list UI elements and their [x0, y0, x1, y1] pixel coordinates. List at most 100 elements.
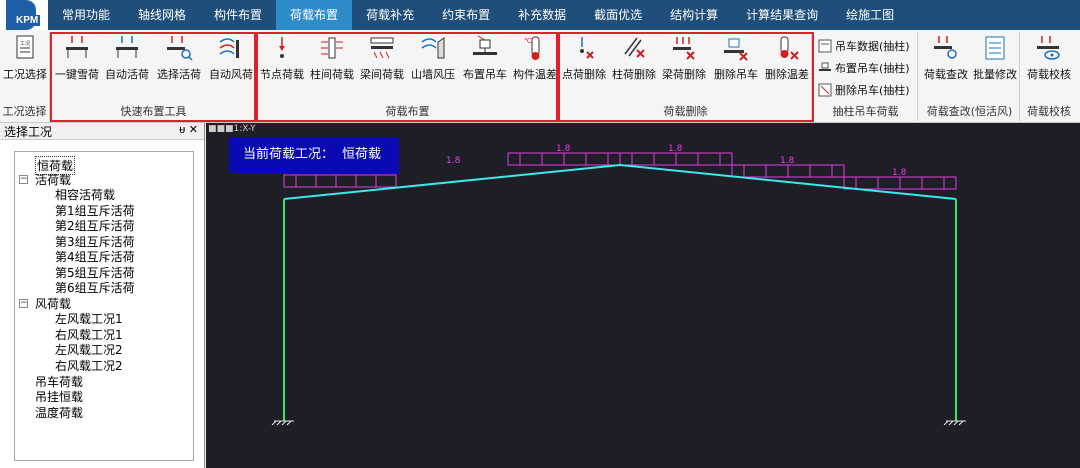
tab-constraint[interactable]: 约束布置 [428, 0, 504, 30]
panel-controls[interactable]: ᵾ ✕ [179, 123, 198, 136]
group-crane-column: 吊车数据(抽柱) 布置吊车(抽柱) 删除吊车(抽柱) 抽柱吊车荷载 [814, 32, 918, 121]
beam-load-label: 梁间荷载 [360, 68, 404, 81]
group-label-load-layout: 荷载布置 [385, 105, 430, 118]
collapse-live-icon[interactable]: − [19, 175, 28, 184]
tree-item-temperature[interactable]: 温度荷载 [35, 404, 83, 421]
model-canvas[interactable]: ■■■1:X-Y 1.8 1.8 1.8 1.8 1.8 当前荷载工况： 恒荷载 [206, 123, 1080, 468]
group-load-verify: 荷载校核 荷载校核 [1020, 32, 1078, 121]
app-logo: KPM [0, 0, 48, 30]
load-verify-icon [1037, 36, 1060, 60]
beam-load-button[interactable]: 梁间荷载 [358, 34, 406, 82]
current-case-banner: 当前荷载工况： 恒荷载 [229, 137, 399, 173]
crane-icon [473, 35, 497, 55]
point-delete-icon [580, 37, 594, 59]
delete-temp-button[interactable]: 删除温差 [762, 34, 812, 82]
gable-wind-label: 山墙风压 [411, 68, 455, 81]
group-quick-tools: 一键雪荷 自动活荷 选择活荷 自动风荷 快速布置工具 [52, 32, 256, 121]
column-load-delete-button[interactable]: 柱荷删除 [610, 34, 658, 82]
member-temp-button[interactable]: ℃ 构件温差 [512, 34, 558, 82]
load-check-modify-label: 荷载查改 [924, 68, 968, 81]
snow-load-icon [66, 36, 88, 58]
banner-value: 恒荷载 [342, 147, 382, 162]
place-crane-button[interactable]: 布置吊车 [460, 34, 510, 82]
place-crane-column-label: 布置吊车(抽柱) [835, 62, 910, 75]
delete-crane-label: 删除吊车 [714, 68, 758, 81]
one-key-snow-label: 一键雪荷 [55, 68, 99, 81]
gable-wind-button[interactable]: 山墙风压 [408, 34, 458, 82]
node-load-button[interactable]: 节点荷载 [258, 34, 306, 82]
tree-item-live-compatible[interactable]: 相容活荷载 [55, 186, 115, 203]
crane-data-icon [818, 39, 832, 53]
menu-bar: KPM 常用功能 轴线网格 构件布置 荷载布置 荷载补充 约束布置 补充数据 截… [0, 0, 1080, 30]
column-load-icon [321, 37, 343, 59]
tree-item-wind-right2[interactable]: 右风载工况2 [55, 357, 123, 374]
one-key-snow-button[interactable]: 一键雪荷 [54, 34, 100, 82]
tree-item-live-group4[interactable]: 第4组互斥活荷 [55, 248, 135, 265]
crane-remove-icon [818, 83, 832, 97]
tab-section-optimize[interactable]: 截面优选 [580, 0, 656, 30]
auto-live-load-icon [116, 36, 138, 58]
logo-text: KPM [14, 15, 41, 26]
load-value-4: 1.8 [780, 156, 795, 166]
tab-member-layout[interactable]: 构件布置 [200, 0, 276, 30]
svg-text:℃: ℃ [524, 37, 532, 45]
tree-item-live-group6[interactable]: 第6组互斥活荷 [55, 279, 135, 296]
tab-supplement-data[interactable]: 补充数据 [504, 0, 580, 30]
column-load-button[interactable]: 柱间荷载 [308, 34, 356, 82]
tree-item-live-group2[interactable]: 第2组互斥活荷 [55, 217, 135, 234]
tree-item-hanging[interactable]: 吊挂恒载 [35, 388, 83, 405]
case-document-icon: 工况 [16, 35, 34, 59]
tree-item-wind-left1[interactable]: 左风载工况1 [55, 310, 123, 327]
point-load-delete-label: 点荷删除 [562, 68, 606, 81]
group-case-select: 工况 工况选择 工况选择 [0, 32, 50, 121]
group-label-quick-tools: 快速布置工具 [120, 105, 187, 118]
frame-drawing: 1.8 1.8 1.8 1.8 1.8 [271, 144, 966, 426]
tab-result-query[interactable]: 计算结果查询 [732, 0, 832, 30]
load-case-tree: 恒荷载 − 活荷载 相容活荷载 第1组互斥活荷 第2组互斥活荷 第3组互斥活荷 … [14, 151, 194, 461]
load-value-1: 1.8 [446, 156, 461, 166]
tab-axis-grid[interactable]: 轴线网格 [124, 0, 200, 30]
crane-data-column-button[interactable]: 吊车数据(抽柱) [818, 38, 910, 54]
place-crane-label: 布置吊车 [463, 68, 507, 81]
member-temp-label: 构件温差 [513, 68, 557, 81]
place-crane-column-button[interactable]: 布置吊车(抽柱) [818, 60, 910, 76]
delete-crane-button[interactable]: 删除吊车 [710, 34, 762, 82]
select-live-button[interactable]: 选择活荷 [154, 34, 204, 82]
load-value-2: 1.8 [556, 144, 571, 154]
panel-header: 选择工况 ᵾ ✕ [0, 123, 204, 140]
delete-crane-column-label: 删除吊车(抽柱) [835, 84, 910, 97]
load-check-icon [934, 36, 957, 59]
gable-wind-icon [421, 37, 445, 59]
load-check-modify-button[interactable]: 荷载查改 [922, 34, 970, 82]
load-verify-button[interactable]: 荷载校核 [1022, 34, 1076, 82]
load-verify-label: 荷载校核 [1027, 68, 1071, 81]
tab-load-supplement[interactable]: 荷载补充 [352, 0, 428, 30]
thermometer-icon: ℃ [524, 36, 540, 60]
tree-item-wind-left2[interactable]: 左风载工况2 [55, 341, 123, 358]
auto-live-button[interactable]: 自动活荷 [102, 34, 152, 82]
ribbon: 工况 工况选择 工况选择 一键雪荷 自动活荷 选择活荷 自动风荷 快速布置工具 … [0, 30, 1080, 123]
auto-wind-label: 自动风荷 [209, 68, 253, 81]
batch-modify-button[interactable]: 批量修改 [970, 34, 1020, 82]
node-load-label: 节点荷载 [260, 68, 304, 81]
delete-temp-label: 删除温差 [765, 68, 809, 81]
delete-crane-column-button[interactable]: 删除吊车(抽柱) [818, 82, 910, 98]
list-icon [985, 36, 1005, 60]
group-label-crane-column: 抽柱吊车荷载 [832, 105, 899, 118]
point-load-delete-button[interactable]: 点荷删除 [560, 34, 608, 82]
collapse-wind-icon[interactable]: − [19, 299, 28, 308]
case-select-button[interactable]: 工况 工况选择 [2, 34, 48, 82]
auto-wind-button[interactable]: 自动风荷 [206, 34, 256, 82]
beam-load-delete-button[interactable]: 梁荷删除 [660, 34, 708, 82]
wind-load-icon [219, 38, 239, 58]
crane-delete-icon [724, 38, 748, 61]
beam-load-icon [370, 37, 394, 59]
group-load-check-mod: 荷载查改 批量修改 荷载查改(恒活风) [920, 32, 1020, 121]
tab-structure-calc[interactable]: 结构计算 [656, 0, 732, 30]
tab-load-layout[interactable]: 荷载布置 [276, 0, 353, 30]
svg-text:工况: 工况 [20, 41, 30, 47]
tab-drawing[interactable]: 绘施工图 [832, 0, 908, 30]
column-delete-icon [624, 37, 645, 58]
select-live-label: 选择活荷 [157, 68, 201, 81]
tab-common[interactable]: 常用功能 [48, 0, 124, 30]
